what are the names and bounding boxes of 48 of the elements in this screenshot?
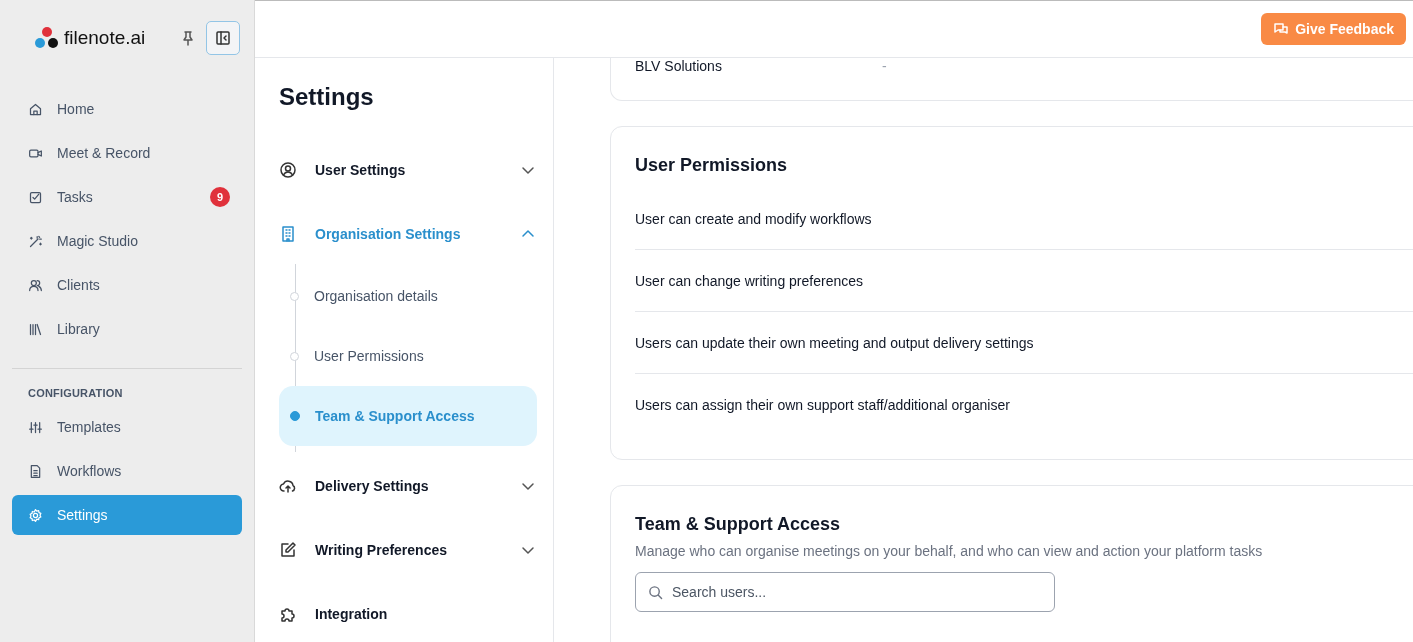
permission-label: Users can update their own meeting and output delivery settings [635, 334, 1034, 351]
count-badge: 9 [210, 187, 230, 207]
permission-label: Users can assign their own support staff/additional organiser [635, 396, 1010, 413]
pencil-icon [279, 541, 297, 559]
sidebar-item[interactable]: Home [12, 87, 242, 131]
building-icon [279, 225, 297, 243]
sliders-icon [28, 419, 43, 435]
user-circle-icon [279, 161, 297, 179]
card-title: User Permissions [635, 154, 789, 176]
sidebar-item[interactable]: Tasks 9 [12, 175, 242, 219]
chat-bubbles-icon [1273, 21, 1290, 37]
settings-subitem[interactable]: User Permissions [279, 326, 537, 386]
document-icon [28, 463, 43, 479]
puzzle-icon [279, 605, 297, 623]
collapse-sidebar-button[interactable] [206, 21, 240, 55]
settings-section[interactable]: Organisation Settings [279, 202, 537, 266]
organisation-value: - [882, 58, 887, 76]
settings-section[interactable]: Writing Preferences [279, 518, 537, 582]
checkbox-icon [28, 189, 43, 205]
logo: filenote.ai [34, 26, 180, 50]
card-title: Team & Support Access [635, 513, 842, 535]
section-label: CONFIGURATION [27, 386, 124, 401]
users-icon [28, 277, 43, 293]
permission-label: User can change writing preferences [635, 272, 863, 289]
permission-label: User can create and modify workflows [635, 210, 872, 227]
organisation-name: BLV Solutions [635, 58, 723, 76]
search-field[interactable]: Search users... [635, 572, 1055, 612]
sidebar-panel-icon [215, 30, 231, 46]
sidebar-item[interactable]: Meet & Record [12, 131, 242, 175]
cloud-upload-icon [279, 477, 297, 495]
settings-section[interactable]: User Settings [279, 138, 537, 202]
settings-section[interactable]: Delivery Settings [279, 454, 537, 518]
magic-wand-icon [28, 233, 43, 249]
search-icon [648, 585, 663, 600]
settings-icon [28, 507, 43, 523]
settings-section[interactable]: Integration [279, 582, 537, 642]
card-description: Manage who can organise meetings on your behalf, and who can view and action your platform tasks [635, 543, 1264, 559]
sidebar-item[interactable]: Clients [12, 263, 242, 307]
logo-dots-icon [34, 26, 60, 50]
sidebar-item[interactable]: Workflows [12, 449, 242, 493]
page-title: Settings [279, 82, 375, 112]
home-icon [28, 101, 43, 117]
sidebar-item[interactable]: Magic Studio [12, 219, 242, 263]
pin-icon[interactable] [180, 30, 196, 46]
library-icon [28, 321, 43, 337]
settings-subitem[interactable]: Organisation details [279, 266, 537, 326]
sidebar-item[interactable]: Templates [12, 405, 242, 449]
sidebar-item[interactable]: Library [12, 307, 242, 351]
